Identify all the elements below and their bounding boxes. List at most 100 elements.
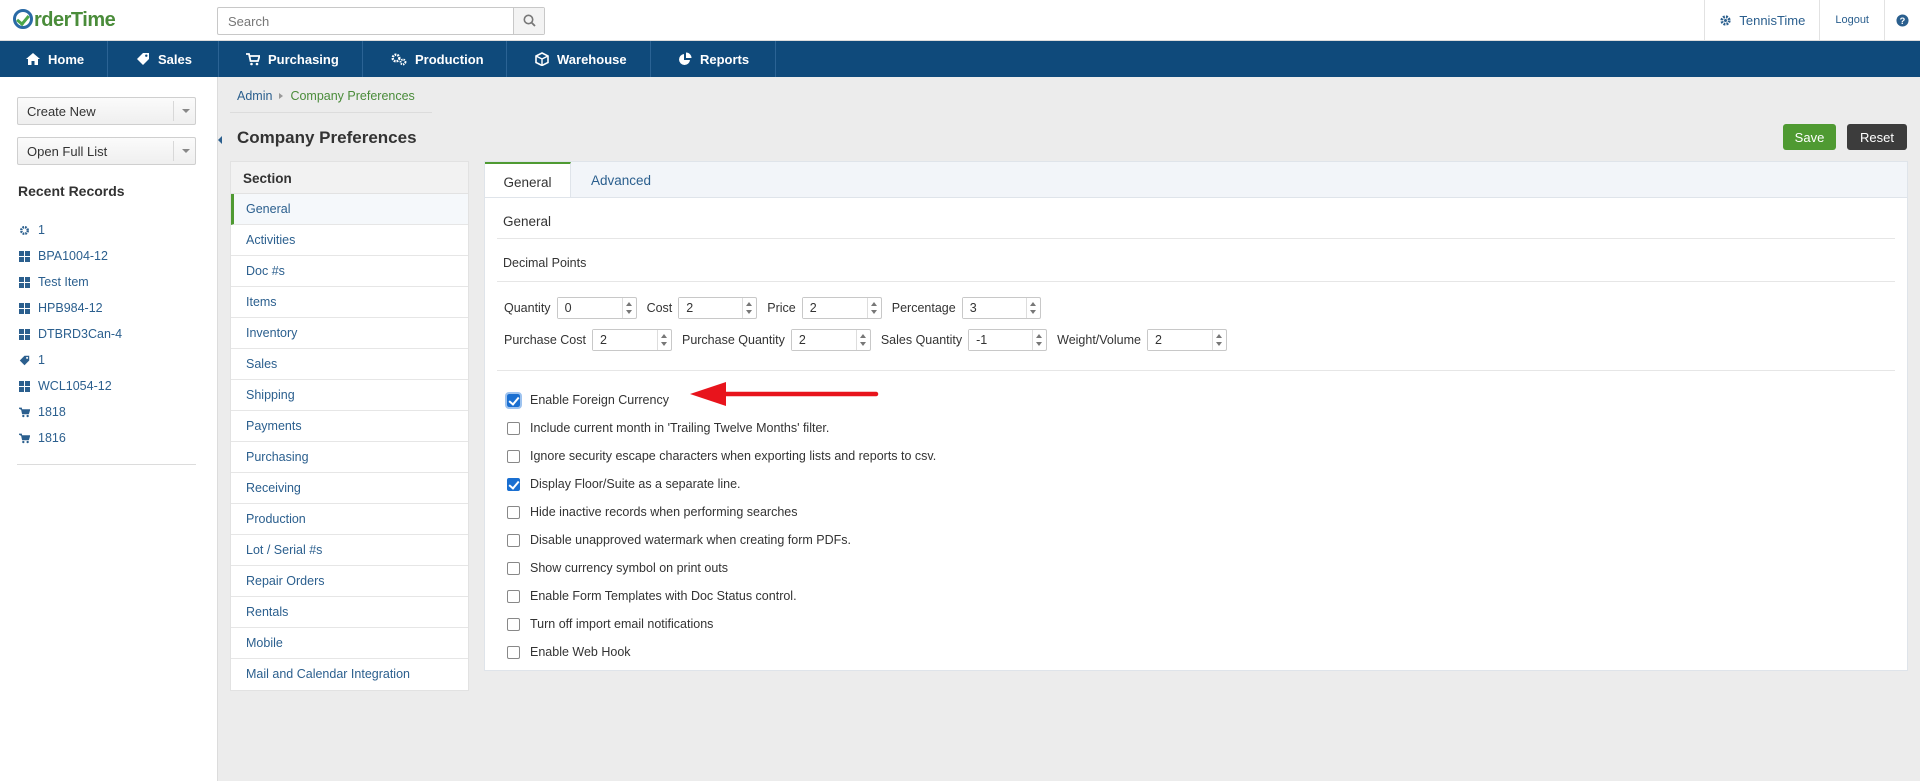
help-button[interactable]: ? [1884,0,1920,40]
option-turn-off-import-email[interactable]: Turn off import email notifications [507,610,936,638]
stepper-arrows-icon[interactable] [1032,330,1046,350]
checkbox[interactable] [507,505,520,519]
reset-button[interactable]: Reset [1847,124,1907,150]
checkbox[interactable] [507,449,520,463]
checkbox[interactable] [507,421,520,435]
nav-warehouse[interactable]: Warehouse [507,41,651,77]
save-button[interactable]: Save [1783,124,1836,150]
weight-volume-stepper[interactable] [1146,329,1227,351]
sidebar-collapse-icon[interactable] [217,133,225,147]
recent-record[interactable]: 1 [18,347,196,373]
tab-advanced[interactable]: Advanced [571,162,671,199]
cost-stepper[interactable] [678,297,758,319]
stepper-arrows-icon[interactable] [621,298,636,318]
search-button[interactable] [513,8,544,34]
section-item-receiving[interactable]: Receiving [231,473,468,504]
checkbox[interactable] [507,617,520,631]
section-item-payments[interactable]: Payments [231,411,468,442]
purchase-cost-input[interactable] [592,330,657,350]
create-new-dropdown[interactable]: Create New [17,97,196,125]
quantity-label: Quantity [504,301,551,315]
recent-record[interactable]: 1 [18,217,196,243]
checkbox[interactable] [507,645,520,659]
section-item-items[interactable]: Items [231,287,468,318]
price-input[interactable] [802,298,867,318]
stepper-arrows-icon[interactable] [866,298,881,318]
nav-reports[interactable]: Reports [651,41,776,77]
option-ignore-escape-chars[interactable]: Ignore security escape characters when e… [507,442,936,470]
grid-icon [18,328,30,340]
section-item-purchasing[interactable]: Purchasing [231,442,468,473]
section-item-doc-numbers[interactable]: Doc #s [231,256,468,287]
options-list: Enable Foreign Currency Include current … [505,386,936,666]
section-item-inventory[interactable]: Inventory [231,318,468,349]
nav-production[interactable]: Production [363,41,507,77]
recent-record[interactable]: WCL1054-12 [18,373,196,399]
section-title: Section [231,162,468,194]
checkbox[interactable] [505,391,522,409]
section-item-sales[interactable]: Sales [231,349,468,380]
quantity-input[interactable] [557,298,622,318]
logo-check-icon [13,9,33,29]
search-input[interactable] [218,8,513,34]
stepper-arrows-icon[interactable] [742,298,756,318]
section-item-mail-calendar[interactable]: Mail and Calendar Integration [231,659,468,690]
nav-sales[interactable]: Sales [108,41,219,77]
purchase-cost-stepper[interactable] [591,329,672,351]
help-icon: ? [1896,13,1909,27]
recent-record[interactable]: DTBRD3Can-4 [18,321,196,347]
checkbox[interactable] [507,477,520,491]
purchase-quantity-input[interactable] [791,330,856,350]
cost-input[interactable] [679,298,744,318]
logout-link[interactable]: Logout [1819,0,1884,40]
company-settings-link[interactable]: TennisTime [1704,0,1819,40]
section-panel: Section General Activities Doc #s Items … [230,161,469,691]
stepper-arrows-icon[interactable] [1025,298,1040,318]
recent-record[interactable]: 1816 [18,425,196,451]
weight-volume-input[interactable] [1147,330,1212,350]
nav-purchasing[interactable]: Purchasing [219,41,363,77]
checkbox[interactable] [507,533,520,547]
percentage-input[interactable] [962,298,1027,318]
section-item-mobile[interactable]: Mobile [231,628,468,659]
checkbox[interactable] [507,561,520,575]
recent-record-label: DTBRD3Can-4 [38,327,123,341]
recent-record[interactable]: Test Item [18,269,196,295]
stepper-arrows-icon[interactable] [1211,330,1226,350]
checkbox[interactable] [507,589,520,603]
option-disable-watermark[interactable]: Disable unapproved watermark when creati… [507,526,936,554]
search-icon [523,14,536,27]
recent-record[interactable]: 1818 [18,399,196,425]
divider [497,370,1895,371]
percentage-stepper[interactable] [961,297,1041,319]
option-include-current-month[interactable]: Include current month in 'Trailing Twelv… [507,414,936,442]
option-label: Ignore security escape characters when e… [530,449,937,463]
section-item-repair-orders[interactable]: Repair Orders [231,566,468,597]
option-enable-web-hook[interactable]: Enable Web Hook [507,638,936,666]
price-stepper[interactable] [801,297,882,319]
tab-general[interactable]: General [485,162,571,200]
section-item-activities[interactable]: Activities [231,225,468,256]
breadcrumb-admin[interactable]: Admin [237,89,272,103]
section-item-rentals[interactable]: Rentals [231,597,468,628]
logo-text: rderTime [34,9,116,31]
open-full-list-dropdown[interactable]: Open Full List [17,137,196,165]
ordertime-logo[interactable]: rderTime [13,9,116,32]
section-item-production[interactable]: Production [231,504,468,535]
stepper-arrows-icon[interactable] [656,330,671,350]
section-item-lot-serial[interactable]: Lot / Serial #s [231,535,468,566]
option-show-currency-symbol[interactable]: Show currency symbol on print outs [507,554,936,582]
recent-record[interactable]: BPA1004-12 [18,243,196,269]
quantity-stepper[interactable] [556,297,637,319]
recent-record[interactable]: HPB984-12 [18,295,196,321]
section-item-shipping[interactable]: Shipping [231,380,468,411]
purchase-quantity-stepper[interactable] [790,329,871,351]
section-item-general[interactable]: General [231,194,468,225]
sales-quantity-stepper[interactable] [968,329,1048,351]
nav-home[interactable]: Home [0,41,108,77]
sales-quantity-input[interactable] [969,330,1034,350]
option-display-floor-suite[interactable]: Display Floor/Suite as a separate line. [507,470,936,498]
option-enable-form-templates[interactable]: Enable Form Templates with Doc Status co… [507,582,936,610]
option-hide-inactive[interactable]: Hide inactive records when performing se… [507,498,936,526]
stepper-arrows-icon[interactable] [855,330,870,350]
